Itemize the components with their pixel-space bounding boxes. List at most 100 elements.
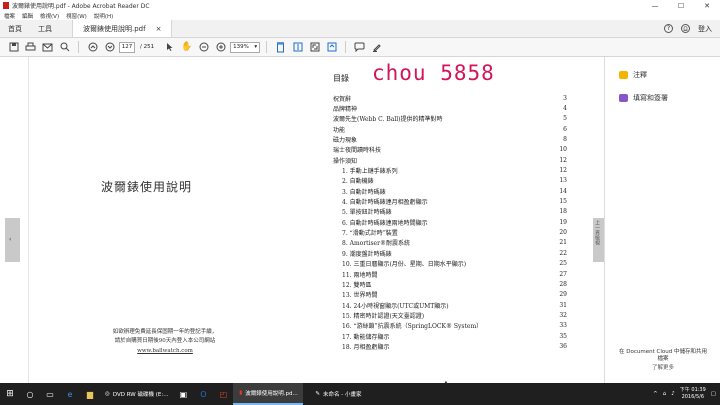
comment-tool[interactable]: 注釋 [619,70,720,80]
menu-file[interactable]: 檔案 [4,12,15,20]
toc-entry[interactable]: 7. “滑動式計時”裝置 20 [333,227,567,237]
windows-start-icon[interactable]: ⊞ [0,383,20,405]
toc-entry[interactable]: 12. 雙時區 28 [333,279,567,289]
scroll-mode-icon[interactable] [290,40,305,55]
minimize-button[interactable]: — [642,0,668,11]
toolbar: 127 / 251 ✋ 139% ▾ [0,38,720,57]
toc-entry-page: 19 [559,218,567,226]
toc-entry-page: 21 [559,239,567,247]
tab-document-label: 波爾錶使用說明.pdf [83,24,146,33]
tab-home[interactable]: 首頁 [0,20,30,37]
toc-entry[interactable]: 8. Amortiser®耐震系統 21 [333,238,567,248]
toc-entry-label: 2. 自動機錶 [342,178,374,186]
toc-entry-label: 4. 自動計時碼錶連月相盈虧顯示 [342,199,428,207]
toc-entry-page: 4 [563,105,567,113]
acrobat-taskbar-icon: ▮ [239,390,243,396]
toc-entry[interactable]: 磁力現象 8 [333,134,567,144]
edge-browser-icon[interactable]: e [60,383,80,405]
fill-sign-icon [619,94,628,102]
search-icon[interactable]: ○ [20,383,40,405]
menu-edit[interactable]: 編輯 [22,12,33,20]
toc-entry[interactable]: 5. 單按鈕計時碼錶 18 [333,207,567,217]
rotate-icon[interactable] [324,40,339,55]
toc-entry[interactable]: 6. 自動計時碼錶連兩地時間顯示 19 [333,217,567,227]
tray-chevron-icon[interactable]: ^ [653,391,658,397]
toc-entry-label: 3. 自動計時碼錶 [342,188,386,196]
chevron-down-icon: ▾ [254,44,258,50]
zoom-in-icon[interactable] [213,40,228,55]
toc-entry-label: 磁力現象 [333,137,358,145]
taskbar-app-acrobat[interactable]: ▮ 波爾錶使用說明.pd... [233,383,304,405]
toc-entry[interactable]: 1. 手動上鏈手錶系列 12 [333,165,567,175]
save-icon[interactable] [6,40,21,55]
maximize-button[interactable]: ☐ [668,0,694,11]
learn-more-link[interactable]: 了解更多 [610,365,716,372]
taskbar-app-paint[interactable]: ✎ 未命名 - 小畫家 [303,383,373,405]
store-icon[interactable]: ▣ [173,383,193,405]
toc-entry-page: 36 [559,342,567,350]
toc-entry[interactable]: 13. 世界時間 29 [333,290,567,300]
help-icon[interactable]: ? [664,24,673,33]
toc-entry[interactable]: 17. 動能儲存顯示 35 [333,331,567,341]
zoom-level-value: 139% [233,44,249,50]
file-explorer-icon[interactable]: ▆ [80,383,100,405]
clock-time: 下午 01:39 [679,387,706,393]
menu-window[interactable]: 視窗(W) [66,12,87,20]
prev-page-icon[interactable] [85,40,100,55]
toc-entry[interactable]: 10. 三重日曆顯示(月份、星期、日期水平顯示) 25 [333,259,567,269]
select-cursor-icon[interactable] [162,40,177,55]
zoom-out-icon[interactable] [196,40,211,55]
tab-tools[interactable]: 工具 [30,20,60,37]
toc-entry-page: 33 [559,322,567,330]
print-icon[interactable] [23,40,38,55]
task-view-icon[interactable]: ▭ [40,383,60,405]
sign-in-link[interactable]: 登入 [698,24,712,34]
toc-entry[interactable]: 2. 自動機錶 13 [333,176,567,186]
fit-page-icon[interactable] [273,40,288,55]
notifications-icon[interactable]: ▢ [711,391,716,397]
hand-tool-icon[interactable]: ✋ [179,40,194,55]
toc-entry[interactable]: 16. “游絲鎖”抗震系統（SpringLOCK® System） 33 [333,321,567,331]
left-panel-toggle[interactable]: ‹ [5,218,20,262]
email-icon[interactable] [40,40,55,55]
toc-entry[interactable]: 操作須知 12 [333,155,567,165]
menu-help[interactable]: 說明(H) [94,12,113,20]
network-icon[interactable]: ⌂ [663,391,667,397]
window-title: 波爾錶使用說明.pdf - Adobe Acrobat Reader DC [12,3,150,10]
outlook-icon[interactable]: O [193,383,213,405]
notifications-icon[interactable] [681,24,690,33]
toc-entry[interactable]: 14. 24小時視窗顯示(UTC或UMT顯示) 31 [333,300,567,310]
toolbar-divider [266,41,268,53]
website-link[interactable]: www.ballwatch.com [80,347,250,356]
toc-entry[interactable]: 品牌精神 4 [333,103,567,113]
taskbar-app-dvd[interactable]: ◎ DVD RW 磁碟機 (E:... [100,383,173,405]
toc-entry[interactable]: 祝賀辭 3 [333,93,567,103]
toc-entry[interactable]: 3. 自動計時碼錶 14 [333,186,567,196]
close-tab-icon[interactable]: × [156,25,162,33]
toc-entry[interactable]: 功能 6 [333,124,567,134]
toc-heading: 目錄 [333,74,349,83]
next-page-icon[interactable] [102,40,117,55]
toc-entry[interactable]: 9. 潮度盤計時碼錶 22 [333,248,567,258]
close-window-button[interactable]: ✕ [694,0,720,11]
toc-entry[interactable]: 波爾先生(Webb C. Ball)提供的精準對時 5 [333,114,567,124]
volume-icon[interactable]: ♪ [671,391,675,397]
zoom-level-select[interactable]: 139% ▾ [230,41,261,53]
toc-entry[interactable]: 瑞士夜間讀時科技 10 [333,145,567,155]
cloud-promo-line1: 在 Document Cloud 中儲存和共用 [619,349,707,355]
tab-document[interactable]: 波爾錶使用說明.pdf × [72,20,173,37]
clock[interactable]: 下午 01:39 2016/5/6 [680,387,706,401]
toc-entry[interactable]: 18. 月相盈虧顯示 36 [333,341,567,351]
search-icon[interactable] [57,40,72,55]
office-icon[interactable]: ◰ [213,383,233,405]
toc-entry-label: 10. 三重日曆顯示(月份、星期、日期水平顯示) [342,261,467,269]
fill-sign-tool[interactable]: 填寫和簽署 [619,93,720,103]
highlight-pen-icon[interactable] [369,40,384,55]
fullscreen-icon[interactable] [307,40,322,55]
menu-view[interactable]: 檢視(V) [40,12,59,20]
toc-entry[interactable]: 11. 兩地時間 27 [333,269,567,279]
toc-entry[interactable]: 15. 精密時計認證(天文臺認證) 32 [333,310,567,320]
comment-icon[interactable] [352,40,367,55]
toc-entry[interactable]: 4. 自動計時碼錶連月相盈虧顯示 15 [333,196,567,206]
page-number-input[interactable]: 127 [119,41,135,53]
